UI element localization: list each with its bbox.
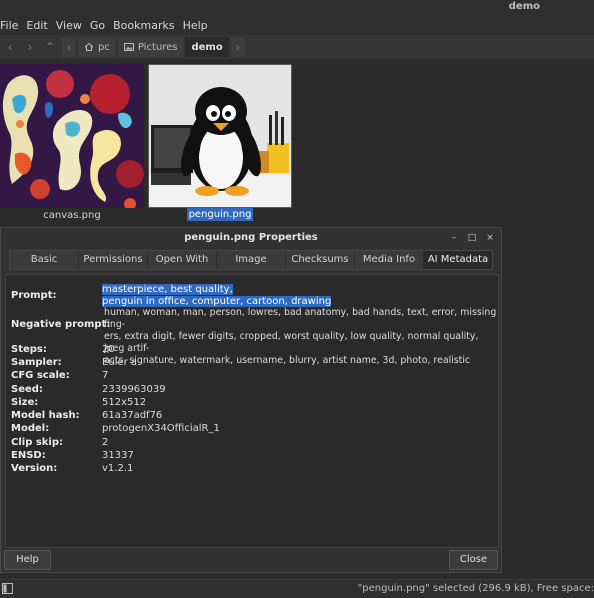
prompt-line-1: masterpiece, best quality, <box>102 284 233 295</box>
breadcrumb-pc[interactable]: pc <box>78 37 116 57</box>
status-text: "penguin.png" selected (296.9 kB), Free … <box>357 583 594 594</box>
size-value[interactable]: 512x512 <box>102 397 146 409</box>
seed-label: Seed: <box>11 384 43 395</box>
location-toolbar: ‹ › ⌃ ‹ pc Pictures demo › <box>0 35 594 59</box>
ensd-value[interactable]: 31337 <box>102 450 134 462</box>
tab-image[interactable]: Image <box>217 251 286 269</box>
picture-folder-icon <box>123 43 134 51</box>
cfg-scale-value[interactable]: 7 <box>102 370 108 382</box>
breadcrumb-label: pc <box>98 41 110 53</box>
size-label: Size: <box>11 397 39 408</box>
window-title: demo <box>508 1 540 12</box>
sampler-value[interactable]: Euler a <box>102 357 137 369</box>
properties-dialog: penguin.png Properties – □ × Basic Permi… <box>0 227 502 573</box>
menu-bookmarks[interactable]: Bookmarks <box>109 19 178 32</box>
model-hash-value[interactable]: 61a37adf76 <box>102 410 162 422</box>
side-pane-toggle-icon[interactable] <box>2 583 13 594</box>
menu-file[interactable]: File <box>0 19 22 32</box>
penguin-thumbnail[interactable] <box>148 64 292 208</box>
steps-value[interactable]: 20 <box>102 344 115 356</box>
menu-help[interactable]: Help <box>179 19 212 32</box>
close-icon[interactable]: × <box>483 231 497 245</box>
sampler-label: Sampler: <box>11 357 62 368</box>
canvas-image <box>0 64 144 208</box>
breadcrumb-scroll-right-icon[interactable]: › <box>230 37 245 57</box>
clip-skip-value[interactable]: 2 <box>102 437 108 449</box>
negative-prompt-value[interactable]: human, woman, man, person, lowres, bad a… <box>104 307 498 367</box>
prompt-line-2: penguin in office, computer, cartoon, dr… <box>102 296 332 307</box>
prompt-label: Prompt: <box>11 290 57 301</box>
tab-checksums[interactable]: Checksums <box>286 251 355 269</box>
help-button[interactable]: Help <box>4 550 51 570</box>
steps-label: Steps: <box>11 344 47 355</box>
forward-icon[interactable]: › <box>20 37 40 57</box>
tab-open-with[interactable]: Open With <box>148 251 217 269</box>
model-value[interactable]: protogenX34OfficialR_1 <box>102 423 220 435</box>
dialog-tabs: Basic Permissions Open With Image Checks… <box>9 250 493 270</box>
statusbar: "penguin.png" selected (296.9 kB), Free … <box>0 579 594 598</box>
cfg-scale-label: CFG scale: <box>11 370 70 381</box>
menubar: File Edit View Go Bookmarks Help <box>0 16 594 35</box>
negative-prompt-label: Negative prompt: <box>11 319 111 330</box>
ensd-label: ENSD: <box>11 450 46 461</box>
minimize-icon[interactable]: – <box>447 231 461 245</box>
negative-line-2: ers, extra digit, fewer digits, cropped,… <box>104 331 479 354</box>
file-name-canvas[interactable]: canvas.png <box>0 210 144 221</box>
menu-view[interactable]: View <box>52 19 86 32</box>
penguin-image <box>149 65 291 207</box>
breadcrumb-label: Pictures <box>137 41 178 53</box>
file-name-penguin-wrap: penguin.png <box>148 208 292 221</box>
version-label: Version: <box>11 463 58 474</box>
seed-value[interactable]: 2339963039 <box>102 384 166 396</box>
file-name-penguin[interactable]: penguin.png <box>186 208 254 221</box>
clip-skip-label: Clip skip: <box>11 437 64 448</box>
model-hash-label: Model hash: <box>11 410 80 421</box>
breadcrumb-demo[interactable]: demo <box>185 37 229 57</box>
canvas-thumbnail[interactable] <box>0 64 144 208</box>
dialog-title: penguin.png Properties <box>184 232 318 243</box>
close-button[interactable]: Close <box>449 550 498 570</box>
menu-edit[interactable]: Edit <box>22 19 51 32</box>
negative-line-3: acts, signature, watermark, username, bl… <box>104 355 471 366</box>
tab-media-info[interactable]: Media Info <box>355 251 424 269</box>
breadcrumb-scroll-left-icon[interactable]: ‹ <box>62 37 76 57</box>
ai-metadata-panel: Prompt: masterpiece, best quality, pengu… <box>5 274 499 548</box>
up-icon[interactable]: ⌃ <box>40 37 60 57</box>
menu-go[interactable]: Go <box>86 19 109 32</box>
version-value[interactable]: v1.2.1 <box>102 463 133 475</box>
tab-basic[interactable]: Basic <box>10 251 79 269</box>
maximize-icon[interactable]: □ <box>465 231 479 245</box>
breadcrumb-pictures[interactable]: Pictures <box>117 37 184 57</box>
tab-ai-metadata[interactable]: AI Metadata <box>424 251 492 269</box>
home-icon <box>84 42 94 51</box>
tab-permissions[interactable]: Permissions <box>79 251 148 269</box>
model-label: Model: <box>11 423 50 434</box>
negative-line-1: human, woman, man, person, lowres, bad a… <box>104 307 497 330</box>
back-icon[interactable]: ‹ <box>0 37 20 57</box>
prompt-value[interactable]: masterpiece, best quality, penguin in of… <box>102 284 332 308</box>
